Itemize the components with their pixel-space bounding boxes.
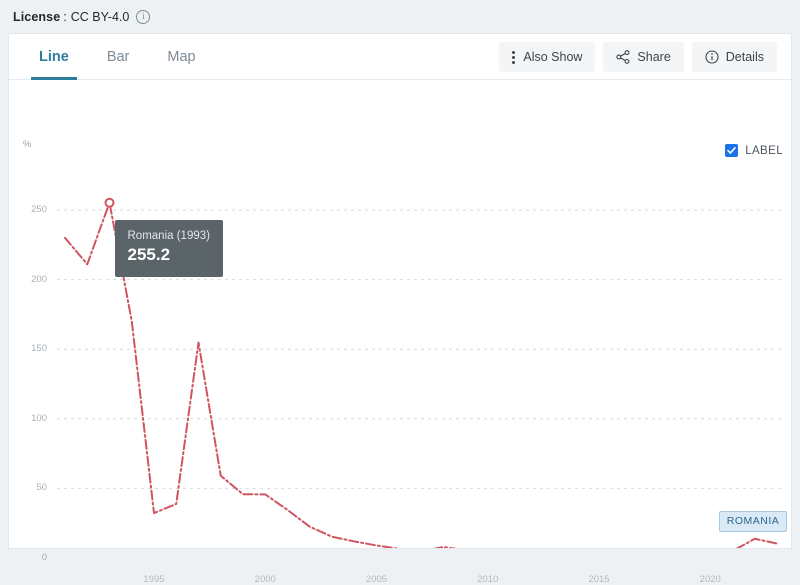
chart-toolbar: Also Show Share Details xyxy=(499,42,777,72)
details-button[interactable]: Details xyxy=(691,42,777,72)
plot-canvas xyxy=(9,80,793,548)
tab-row: Line Bar Map Also Show Share Details xyxy=(9,34,791,80)
tab-line[interactable]: Line xyxy=(23,34,85,80)
x-axis-tick-1995: 1995 xyxy=(143,574,165,585)
y-axis-tick-50: 50 xyxy=(36,482,47,494)
tooltip-title: Romania (1993) xyxy=(127,229,210,242)
license-bar: License : CC BY-4.0 i xyxy=(0,0,800,33)
chart-area: % LABEL Romania (1993) 255.2 ROMANIA 0 50… xyxy=(9,80,793,585)
license-value: CC BY-4.0 xyxy=(70,9,130,24)
y-axis-tick-150: 150 xyxy=(31,343,47,355)
chart-card: Line Bar Map Also Show Share Details % L… xyxy=(8,33,793,585)
license-label: License xyxy=(13,9,61,24)
y-axis-tick-250: 250 xyxy=(31,204,47,215)
details-label: Details xyxy=(725,50,764,64)
x-axis-tick-2015: 2015 xyxy=(588,574,610,585)
license-separator: : xyxy=(63,9,67,24)
info-circle-icon[interactable]: i xyxy=(136,9,151,24)
share-icon xyxy=(616,50,630,64)
y-axis-tick-100: 100 xyxy=(31,412,47,424)
share-label: Share xyxy=(637,50,671,64)
also-show-label: Also Show xyxy=(523,50,583,64)
line-chart-svg xyxy=(57,197,785,548)
highlighted-data-point xyxy=(104,197,115,208)
y-axis-tick-200: 200 xyxy=(31,273,47,285)
info-circle-icon xyxy=(705,50,719,64)
also-show-button[interactable]: Also Show xyxy=(499,42,596,72)
x-axis-tick-2010: 2010 xyxy=(477,574,499,585)
x-axis-tick-2020: 2020 xyxy=(699,574,721,585)
chart-page: License : CC BY-4.0 i Line Bar Map Also … xyxy=(0,0,800,585)
x-axis-tick-2005: 2005 xyxy=(365,574,388,585)
share-button[interactable]: Share xyxy=(603,42,684,72)
data-point-tooltip: Romania (1993) 255.2 xyxy=(114,219,223,277)
tab-bar[interactable]: Bar xyxy=(91,34,146,80)
y-axis-tick-0: 0 xyxy=(41,552,47,563)
tooltip-value: 255.2 xyxy=(127,244,171,264)
tab-map[interactable]: Map xyxy=(151,34,211,80)
series-label-romania[interactable]: ROMANIA xyxy=(718,510,788,532)
x-axis-tick-2000: 2000 xyxy=(254,574,276,585)
kebab-menu-icon xyxy=(512,50,516,64)
